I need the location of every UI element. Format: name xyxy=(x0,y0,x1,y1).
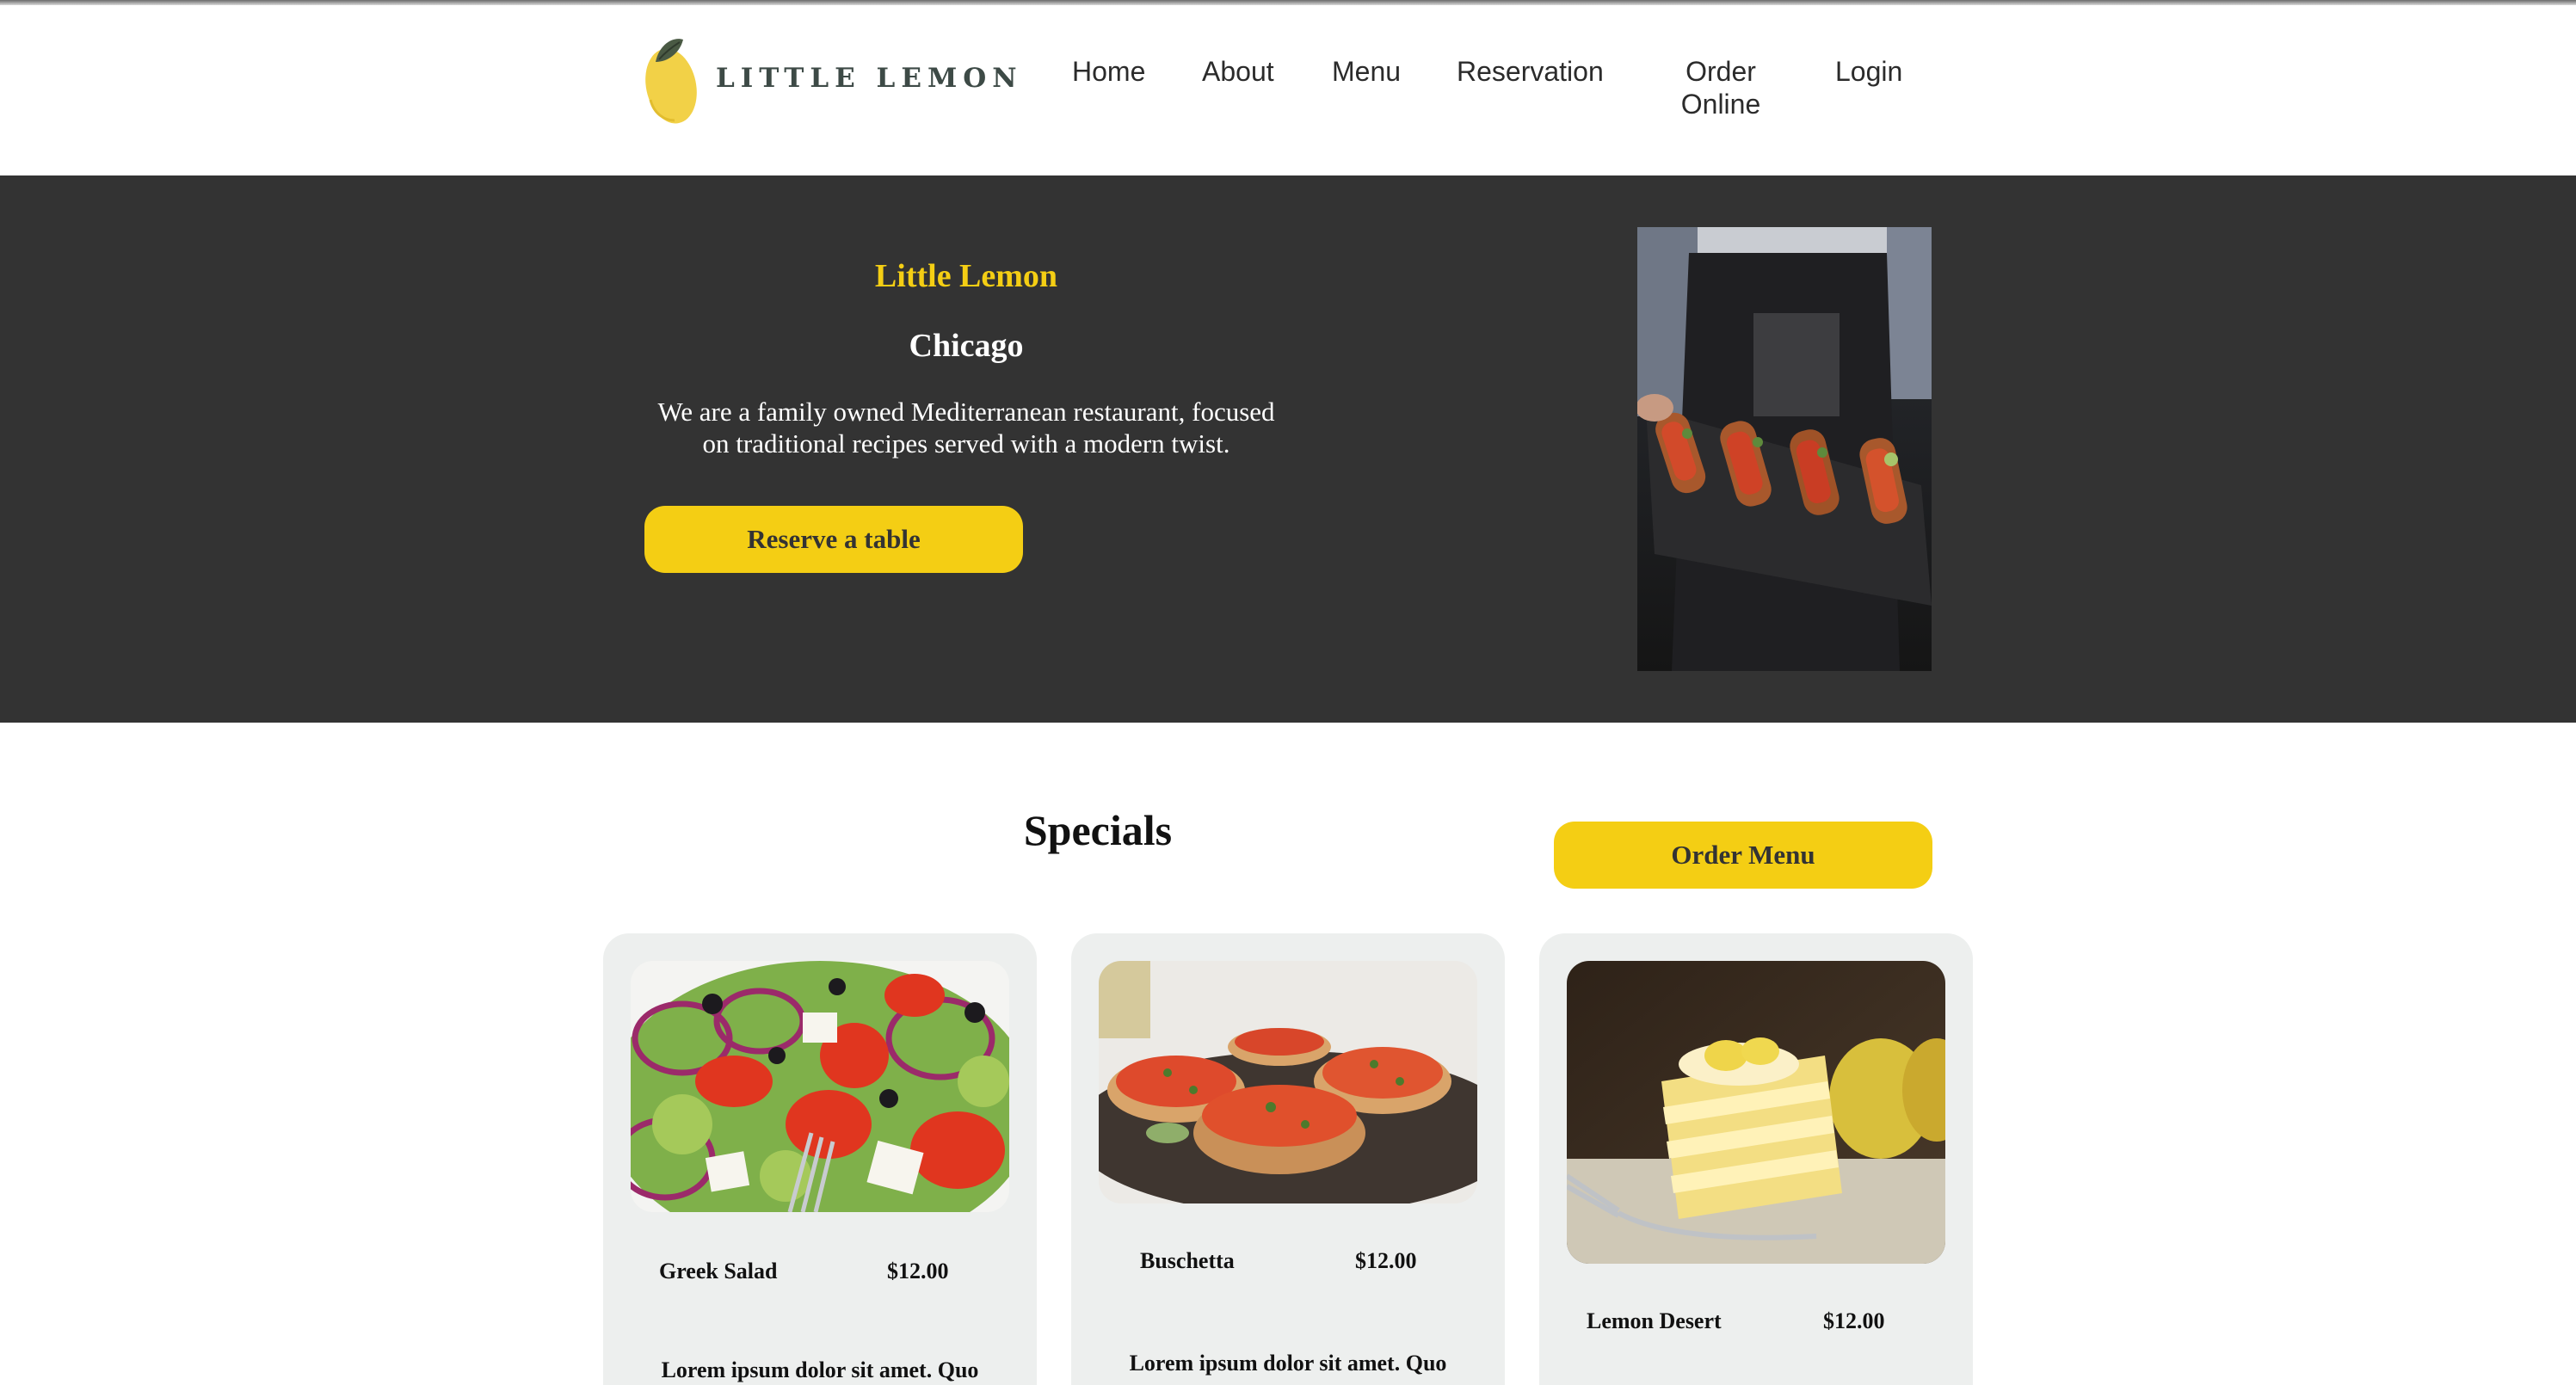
order-menu-button[interactable]: Order Menu xyxy=(1554,822,1932,889)
nav-home[interactable]: Home xyxy=(1072,55,1145,88)
greek-salad-image xyxy=(631,961,1009,1212)
special-price: $12.00 xyxy=(1355,1248,1417,1273)
specials-title: Specials xyxy=(1023,806,1173,854)
lemon-cake-image xyxy=(1567,961,1945,1264)
site-logo[interactable]: LITTLE LEMON xyxy=(642,31,1023,126)
nav-menu[interactable]: Menu xyxy=(1332,55,1401,88)
hero-section: Little Lemon Chicago We are a family own… xyxy=(0,175,2576,723)
special-card-buschetta[interactable]: Buschetta $12.00 Lorem ipsum dolor sit a… xyxy=(1071,933,1505,1385)
hero-city: Chicago xyxy=(909,328,1024,364)
hero-image xyxy=(1637,227,1932,671)
special-price: $12.00 xyxy=(887,1259,949,1283)
special-name: Greek Salad xyxy=(659,1259,778,1283)
hero-description: We are a family owned Mediterranean rest… xyxy=(657,397,1275,459)
site-header: LITTLE LEMON Home About Menu Reservation… xyxy=(0,5,2576,175)
special-description: Lorem ipsum dolor sit amet. Quo xyxy=(661,1357,979,1382)
special-card-lemon-desert[interactable]: Lemon Desert $12.00 xyxy=(1539,933,1973,1385)
logo-text: LITTLE LEMON xyxy=(716,63,1023,94)
bruschetta-image xyxy=(1099,961,1477,1203)
special-description: Lorem ipsum dolor sit amet. Quo xyxy=(1129,1351,1447,1376)
special-name: Lemon Desert xyxy=(1587,1308,1722,1333)
nav-reservation[interactable]: Reservation xyxy=(1457,55,1604,88)
reserve-table-button[interactable]: Reserve a table xyxy=(644,506,1023,573)
nav-order-online[interactable]: Order Online xyxy=(1669,55,1772,120)
lemon-icon xyxy=(645,39,697,124)
hero-title: Little Lemon xyxy=(874,258,1058,294)
special-card-greek-salad[interactable]: Greek Salad $12.00 Lorem ipsum dolor sit… xyxy=(603,933,1037,1385)
nav-about[interactable]: About xyxy=(1202,55,1274,88)
special-price: $12.00 xyxy=(1823,1308,1885,1333)
special-name: Buschetta xyxy=(1140,1248,1235,1273)
nav-login[interactable]: Login xyxy=(1835,55,1902,88)
